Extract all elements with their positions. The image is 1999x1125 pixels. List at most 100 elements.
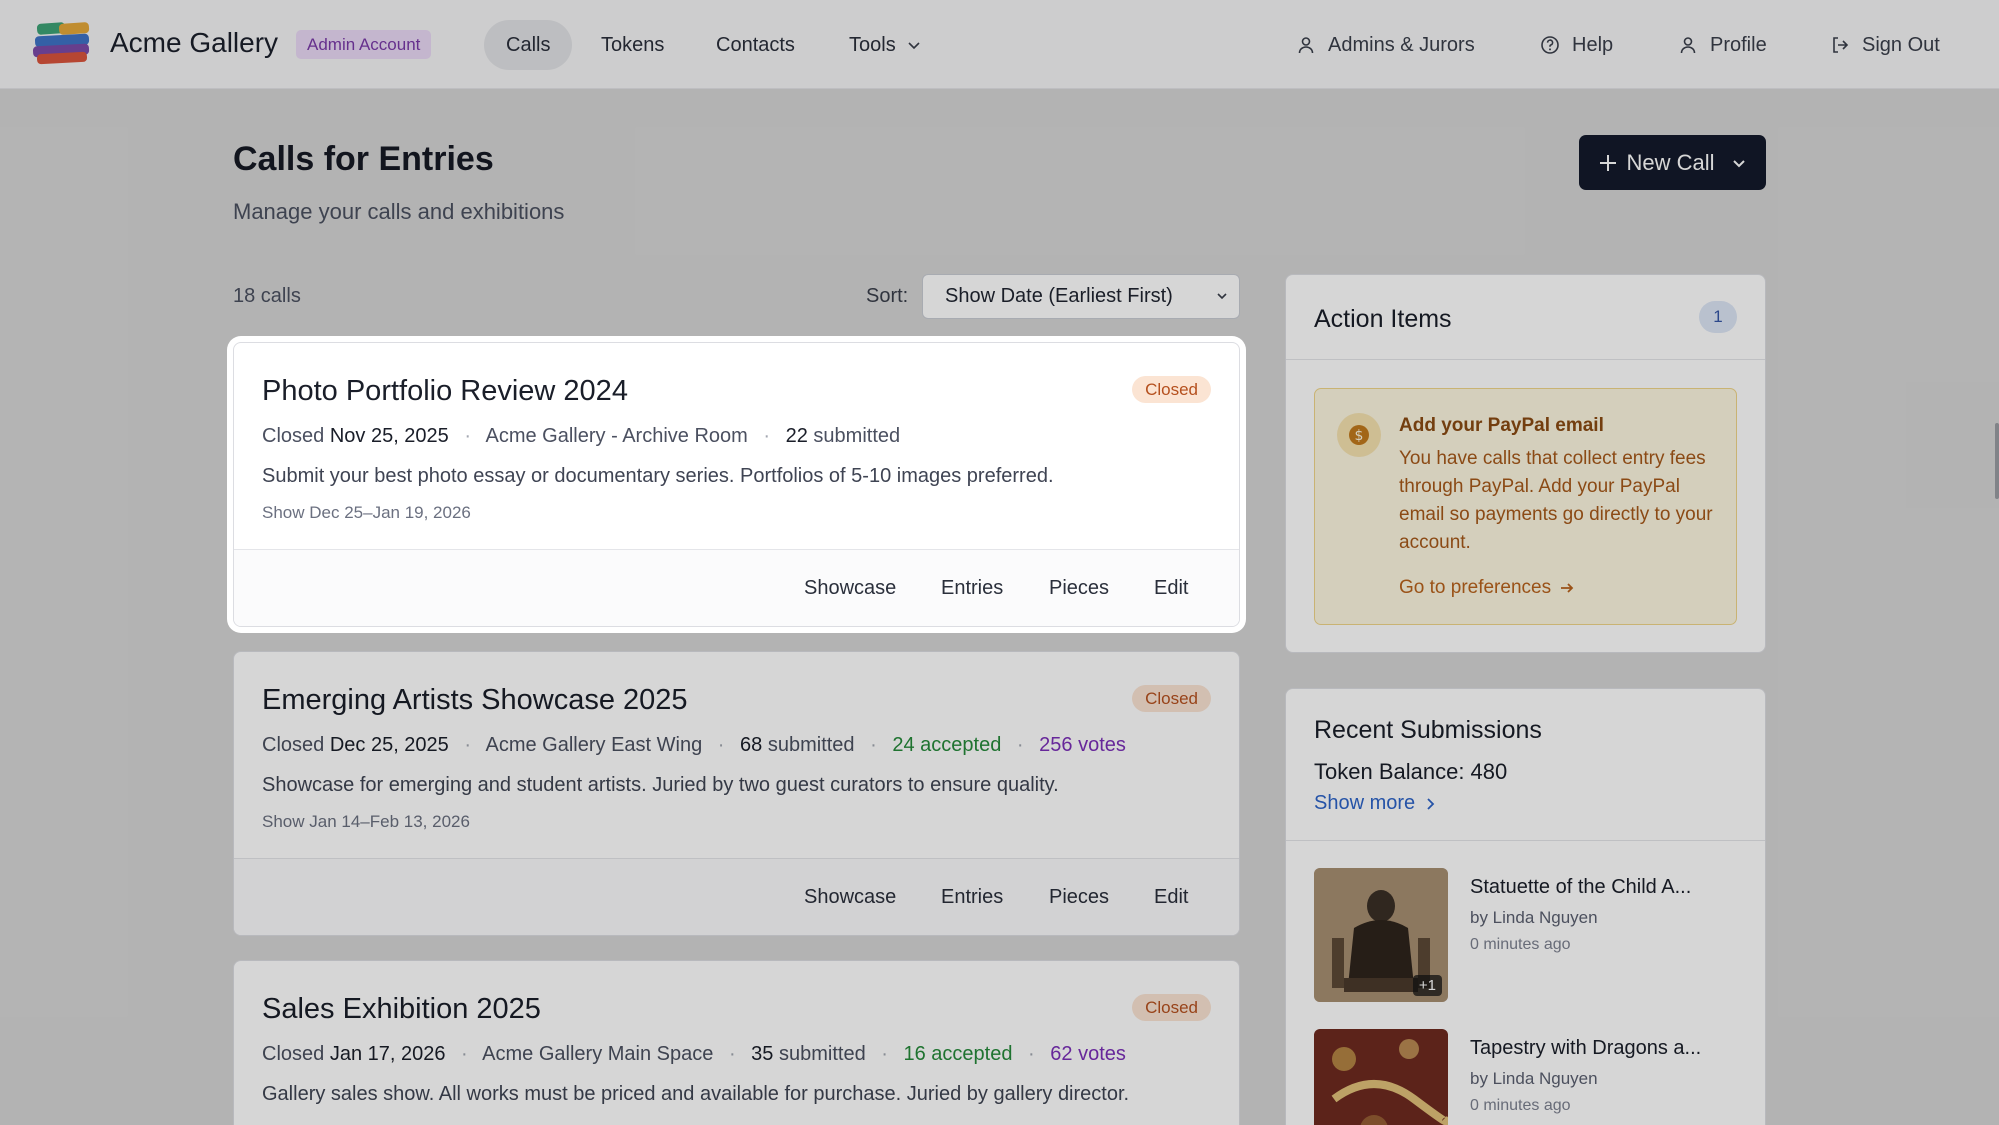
submission-artist: by Linda Nguyen <box>1470 1069 1598 1088</box>
recent-submissions-panel: Recent Submissions Token Balance: 480 Sh… <box>1285 688 1766 1125</box>
status-badge: Closed <box>1132 994 1211 1021</box>
top-navigation-bar: Acme Gallery Admin Account Calls Tokens … <box>0 0 1999 89</box>
show-more-link[interactable]: Show more <box>1314 792 1437 815</box>
call-description: Showcase for emerging and student artist… <box>262 774 1059 796</box>
action-items-panel: Action Items 1 $ Add your PayPal email Y… <box>1285 274 1766 653</box>
showcase-link[interactable]: Showcase <box>804 886 896 909</box>
submitted-label: submitted <box>813 425 901 447</box>
closed-prefix: Closed <box>262 425 325 447</box>
submission-item[interactable]: Tapestry with Dragons a... by Linda Nguy… <box>1314 1029 1739 1125</box>
show-more-label: Show more <box>1314 792 1416 814</box>
help-circle-icon <box>1541 36 1559 54</box>
call-description: Gallery sales show. All works must be pr… <box>262 1083 1130 1105</box>
paypal-alert-title: Add your PayPal email <box>1399 415 1604 436</box>
edit-link[interactable]: Edit <box>1154 886 1188 909</box>
call-meta: Closed Jan 17, 2026 · Acme Gallery Main … <box>262 1043 1126 1065</box>
submission-thumbnail[interactable]: +1 <box>1314 868 1448 1002</box>
nav-calls[interactable]: Calls <box>484 20 573 70</box>
call-title[interactable]: Sales Exhibition 2025 <box>262 993 541 1026</box>
svg-text:$: $ <box>1355 428 1364 444</box>
entries-link[interactable]: Entries <box>941 577 1003 600</box>
nav-tools-label: Tools <box>849 33 896 56</box>
plus-icon <box>1600 154 1617 171</box>
nav-tokens[interactable]: Tokens <box>579 20 686 70</box>
votes-count: 62 votes <box>1050 1043 1126 1065</box>
admins-jurors-link[interactable]: Admins & Jurors <box>1296 22 1475 68</box>
call-card[interactable]: Emerging Artists Showcase 2025 Closed Cl… <box>233 651 1240 936</box>
new-call-button[interactable]: New Call <box>1579 135 1766 190</box>
action-items-count: 1 <box>1699 301 1737 333</box>
recent-submissions-title: Recent Submissions <box>1314 716 1542 744</box>
call-title[interactable]: Photo Portfolio Review 2024 <box>262 375 628 408</box>
sort-label: Sort: <box>866 285 909 307</box>
closed-date: Dec 25, 2025 <box>329 734 449 756</box>
admins-jurors-label: Admins & Jurors <box>1328 33 1475 56</box>
chevron-right-icon <box>1427 797 1435 810</box>
accepted-count: 16 accepted <box>903 1043 1013 1065</box>
brand-name[interactable]: Acme Gallery <box>110 27 278 59</box>
submitted-count: 35 <box>751 1043 774 1065</box>
pieces-link[interactable]: Pieces <box>1049 886 1109 909</box>
scroll-edge-indicator <box>1995 423 1999 499</box>
card-actions: Showcase Entries Pieces Edit <box>234 549 1239 626</box>
status-badge: Closed <box>1132 685 1211 712</box>
go-to-preferences-link[interactable]: Go to preferences <box>1399 577 1575 599</box>
status-badge: Closed <box>1132 376 1211 403</box>
tapestry-image <box>1314 1029 1448 1125</box>
paypal-alert: $ Add your PayPal email You have calls t… <box>1314 388 1737 625</box>
call-card[interactable]: Photo Portfolio Review 2024 Closed Close… <box>233 342 1240 627</box>
help-link[interactable]: Help <box>1540 22 1613 68</box>
acme-logo[interactable] <box>33 21 93 65</box>
calls-count: 18 calls <box>233 285 301 307</box>
showcase-link[interactable]: Showcase <box>804 577 896 600</box>
call-title[interactable]: Emerging Artists Showcase 2025 <box>262 684 688 717</box>
paypal-alert-text: You have calls that collect entry fees t… <box>1399 448 1713 553</box>
arrow-right-icon <box>1561 583 1574 593</box>
admin-account-badge: Admin Account <box>296 30 432 59</box>
submission-title[interactable]: Statuette of the Child A... <box>1470 876 1691 899</box>
submission-thumbnail[interactable] <box>1314 1029 1448 1125</box>
help-label: Help <box>1572 33 1614 56</box>
venue: Acme Gallery - Archive Room <box>485 425 748 447</box>
sort-select[interactable]: Show Date (Earliest First) <box>922 274 1240 319</box>
submitted-count: 68 <box>740 734 763 756</box>
closed-prefix: Closed <box>262 1043 325 1065</box>
go-to-preferences-label: Go to preferences <box>1399 577 1552 598</box>
submitted-count: 22 <box>785 425 808 447</box>
nav-contacts[interactable]: Contacts <box>694 20 817 70</box>
page-title: Calls for Entries <box>233 140 494 178</box>
submission-time: 0 minutes ago <box>1470 1097 1571 1114</box>
show-dates: Show Jan 14–Feb 13, 2026 <box>262 812 470 831</box>
page-subtitle: Manage your calls and exhibitions <box>233 199 565 224</box>
pieces-link[interactable]: Pieces <box>1049 577 1109 600</box>
token-balance: Token Balance: 480 <box>1314 759 1508 784</box>
call-description: Submit your best photo essay or document… <box>262 465 1054 487</box>
new-call-label: New Call <box>1626 149 1715 175</box>
chevron-down-icon <box>1732 159 1745 167</box>
card-actions: Showcase Entries Pieces Edit <box>234 858 1239 935</box>
nav-tools[interactable]: Tools <box>827 20 944 70</box>
sign-out-link[interactable]: Sign Out <box>1830 22 1940 68</box>
votes-count: 256 votes <box>1039 734 1126 756</box>
closed-prefix: Closed <box>262 734 325 756</box>
venue: Acme Gallery Main Space <box>482 1043 714 1065</box>
call-card[interactable]: Sales Exhibition 2025 Closed Closed Jan … <box>233 960 1240 1125</box>
submission-artist: by Linda Nguyen <box>1470 908 1598 927</box>
closed-date: Nov 25, 2025 <box>329 425 449 447</box>
closed-date: Jan 17, 2026 <box>329 1043 446 1065</box>
profile-link[interactable]: Profile <box>1678 22 1767 68</box>
submission-item[interactable]: +1 Statuette of the Child A... by Linda … <box>1314 868 1739 1002</box>
submitted-label: submitted <box>778 1043 866 1065</box>
submitted-label: submitted <box>767 734 855 756</box>
user-icon <box>1680 37 1696 54</box>
sign-out-icon <box>1833 37 1849 53</box>
chevron-down-icon <box>1217 293 1227 300</box>
submission-title[interactable]: Tapestry with Dragons a... <box>1470 1037 1701 1060</box>
action-items-title: Action Items <box>1314 305 1452 333</box>
call-meta: Closed Nov 25, 2025 · Acme Gallery - Arc… <box>262 425 901 447</box>
edit-link[interactable]: Edit <box>1154 577 1188 600</box>
user-icon <box>1298 37 1314 54</box>
entries-link[interactable]: Entries <box>941 886 1003 909</box>
show-dates: Show Dec 25–Jan 19, 2026 <box>262 503 471 522</box>
venue: Acme Gallery East Wing <box>485 734 703 756</box>
